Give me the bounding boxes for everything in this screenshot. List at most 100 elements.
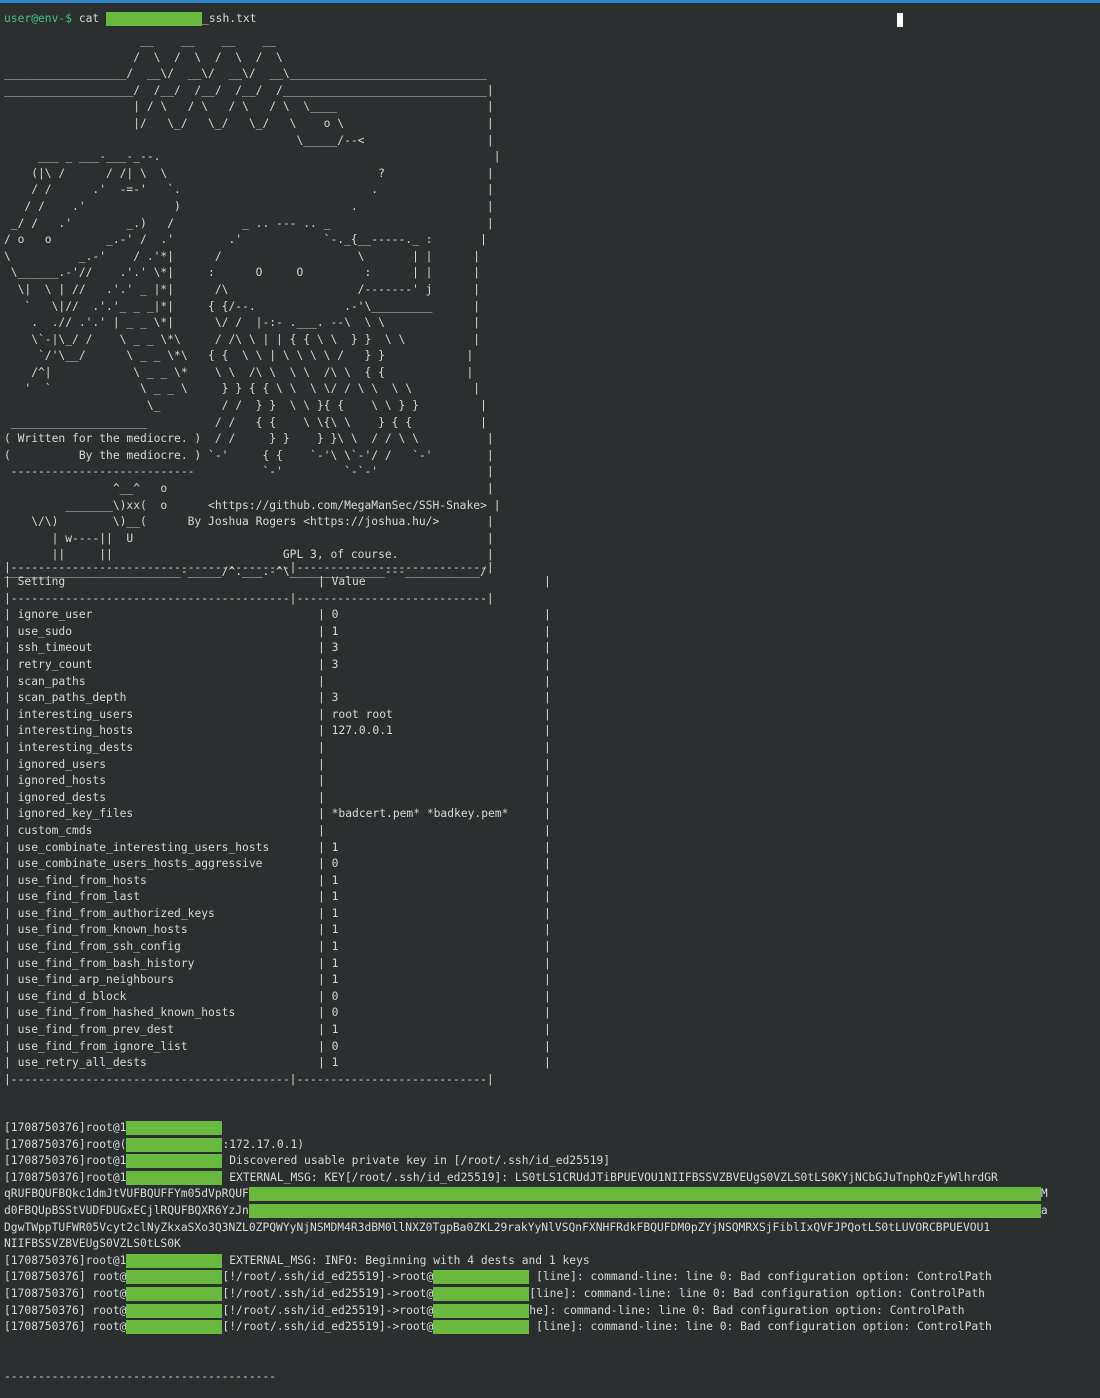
setting-cell: | ignore_user [4, 608, 93, 622]
command-line: user@env-$ cat _ssh.txt [4, 10, 256, 27]
log-key-line: DgwTWppTUFWR05Vcyt2clNyZkxaSXo3Q3NZL0ZPQ… [4, 1220, 991, 1234]
setting-name: use_find_from_hosts [17, 873, 147, 887]
log-output: [1708750376]root@1 [1708750376]root@(:17… [4, 1120, 1096, 1336]
redacted-dest [433, 1320, 530, 1335]
setting-name: use_find_from_hashed_known_hosts [17, 1006, 236, 1020]
value-cell: | [318, 774, 332, 788]
setting-cell: | retry_count [4, 657, 93, 671]
pipe: | [544, 724, 551, 738]
log-key-line: NIIFBSSVZBVEUgS0VZLS0tLS0K [4, 1237, 181, 1251]
table-row: | ssh_timeout | 3 | [4, 640, 551, 657]
pipe: | [544, 940, 551, 954]
pipe: | [544, 657, 551, 671]
log-key-line: qRUFBQUFBQkc1dmJtVUFBQUFFYm05dVpRQUF M [4, 1187, 1048, 1202]
log-line: [1708750376]root@1 Discovered usable pri… [4, 1154, 611, 1169]
pipe: | [544, 807, 551, 821]
table-row: | scan_paths | | [4, 674, 551, 691]
setting-cell: | use_combinate_users_hosts_aggressive [4, 857, 263, 871]
setting-name: use_find_arp_neighbours [17, 973, 175, 987]
log-line: [1708750376]root@1 [4, 1120, 1096, 1137]
pipe: | [544, 823, 551, 837]
setting-cell: | interesting_users [4, 707, 134, 721]
value-cell: | 127.0.0.1 [318, 724, 393, 738]
setting-value: 3 [331, 691, 339, 705]
setting-name: use_combinate_interesting_users_hosts [17, 840, 270, 854]
redacted-host [126, 1286, 223, 1301]
value-cell: | 0 [318, 608, 339, 622]
setting-cell: | interesting_dests [4, 740, 134, 754]
value-cell: | 1 [318, 1023, 339, 1037]
setting-value: 0 [331, 1006, 339, 1020]
value-cell: | 1 [318, 624, 339, 638]
setting-value: 1 [331, 873, 339, 887]
setting-value: 0 [331, 1039, 339, 1053]
setting-name: use_retry_all_dests [17, 1056, 147, 1070]
setting-value: 1 [331, 940, 339, 954]
setting-name: use_find_from_authorized_keys [17, 906, 215, 920]
redacted-dest [433, 1286, 530, 1301]
setting-name: use_combinate_users_hosts_aggressive [17, 857, 263, 871]
table-row: | use_find_from_hashed_known_hosts | 0 | [4, 1005, 551, 1022]
setting-value: 0 [331, 608, 339, 622]
command-filename-suffix: _ssh.txt [202, 12, 257, 25]
value-cell: | [318, 674, 332, 688]
table-row: | retry_count | 3 | [4, 657, 551, 674]
pipe: | [544, 1006, 551, 1020]
redacted-key [248, 1187, 1041, 1202]
setting-value: 0 [331, 857, 339, 871]
setting-cell: | custom_cmds [4, 823, 93, 837]
table-row: | use_combinate_users_hosts_aggressive | … [4, 856, 551, 873]
setting-value: 1 [331, 890, 339, 904]
pipe: | [544, 608, 551, 622]
setting-value: 1 [331, 840, 339, 854]
setting-name: interesting_users [17, 707, 134, 721]
pipe: | [544, 790, 551, 804]
value-cell: | 1 [318, 923, 339, 937]
setting-value: 1 [331, 624, 339, 638]
table-row: | custom_cmds | | [4, 823, 551, 840]
table-row: | ignored_hosts | | [4, 773, 551, 790]
setting-value: *badcert.pem* *badkey.pem* [331, 807, 509, 821]
log-line: [1708750376]root@1 EXTERNAL_MSG: KEY[/ro… [4, 1170, 998, 1185]
setting-name: use_find_from_last [17, 890, 141, 904]
redacted-dest [433, 1270, 530, 1285]
redacted-host [126, 1253, 223, 1268]
pipe: | [544, 641, 551, 655]
table-row: | use_find_from_bash_history | 1 | [4, 956, 551, 973]
redacted-key [248, 1203, 1041, 1218]
log-line: [1708750376] root@ [!/root/.ssh/id_ed2551… [4, 1303, 965, 1318]
setting-name: use_find_d_block [17, 989, 127, 1003]
redacted-host [126, 1121, 223, 1135]
table-row: | use_find_from_hosts | 1 | [4, 873, 551, 890]
table-row: | use_sudo | 1 | [4, 624, 551, 641]
table-row: | use_find_from_authorized_keys | 1 | [4, 906, 551, 923]
table-row: | use_find_from_known_hosts | 1 | [4, 922, 551, 939]
setting-cell: | use_find_from_last [4, 890, 141, 904]
value-cell: | 1 [318, 973, 339, 987]
pipe: | [544, 624, 551, 638]
command-text: cat [78, 12, 107, 25]
value-cell: | 0 [318, 857, 339, 871]
pipe: | [544, 906, 551, 920]
terminal-cursor [897, 13, 903, 27]
setting-cell: | use_find_arp_neighbours [4, 973, 175, 987]
setting-name: use_find_from_known_hosts [17, 923, 188, 937]
setting-value: 1 [331, 1056, 339, 1070]
redacted-dest [433, 1303, 530, 1318]
pipe: | [544, 1056, 551, 1070]
value-cell: | 1 [318, 956, 339, 970]
setting-value: 1 [331, 923, 339, 937]
table-row: | ignore_user | 0 | [4, 607, 551, 624]
log-line: [1708750376]root@1 EXTERNAL_MSG: INFO: B… [4, 1253, 590, 1268]
shell-prompt: user@env-$ [4, 12, 73, 25]
setting-name: scan_paths_depth [17, 691, 127, 705]
value-cell: | 1 [318, 1056, 339, 1070]
setting-name: ignore_user [17, 608, 93, 622]
setting-value: 1 [331, 906, 339, 920]
setting-value: 3 [331, 657, 339, 671]
table-row: | ignored_dests | | [4, 790, 551, 807]
setting-cell: | ignored_users [4, 757, 107, 771]
value-cell: | 1 [318, 873, 339, 887]
setting-value: 1 [331, 973, 339, 987]
pipe: | [544, 774, 551, 788]
